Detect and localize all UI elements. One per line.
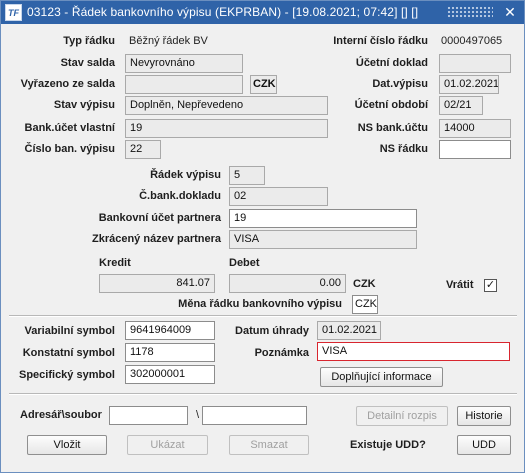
app-icon: TF [5,4,22,21]
specificky-symbol-label: Specifický symbol [19,369,115,381]
datum-uhrady-field: 01.02.2021 [317,321,381,340]
debet-label: Debet [229,257,260,269]
ucetni-doklad-label: Účetní doklad [355,57,428,69]
konstatni-symbol-label: Konstatní symbol [22,347,115,359]
vratit-checkbox[interactable]: ✓ [484,279,497,292]
vyrazeno-ze-salda-field [125,75,243,94]
variabilni-symbol-label: Variabilní symbol [24,325,115,337]
title-bar[interactable]: TF 03123 - Řádek bankovního výpisu (EKPR… [1,1,524,24]
cislo-ban-vypisu-field: 22 [125,140,161,159]
zkraceny-nazev-partnera-label: Zkrácený název partnera [91,233,221,245]
datum-uhrady-label: Datum úhrady [235,325,309,337]
bankovni-ucet-partnera-input[interactable]: 19 [229,209,417,228]
ucetni-doklad-field [439,54,511,73]
separator [9,315,517,317]
path-separator: \ [196,409,200,421]
bank-ucet-vlastni-label: Bank.účet vlastní [24,122,115,134]
vyrazeno-ze-salda-label: Vyřazeno ze salda [20,78,115,90]
radek-vypisu-label: Řádek výpisu [150,169,221,181]
mena-radku-input[interactable]: CZK [352,295,378,314]
doplnujici-informace-button[interactable]: Doplňující informace [320,367,443,387]
interni-cislo-radku-label: Interní číslo řádku [333,35,428,47]
radek-vypisu-field: 5 [229,166,265,185]
c-bank-dokladu-label: Č.bank.dokladu [139,190,221,202]
vlozit-button[interactable]: Vložit [27,435,107,455]
window: TF 03123 - Řádek bankovního výpisu (EKPR… [0,0,525,473]
adresar-input[interactable] [109,406,188,425]
close-icon[interactable]: ✕ [501,3,519,21]
bankovni-ucet-partnera-label: Bankovní účet partnera [98,212,221,224]
ukazat-button[interactable]: Ukázat [127,435,208,455]
detailni-rozpis-button[interactable]: Detailní rozpis [356,406,448,426]
drag-grip-icon[interactable] [447,6,493,19]
debet-field: 0.00 [229,274,346,293]
kredit-field: 841.07 [99,274,215,293]
ucetni-obdobi-field: 02/21 [439,96,483,115]
stav-salda-label: Stav salda [60,57,115,69]
dat-vypisu-field: 01.02.2021 [439,75,499,94]
historie-button[interactable]: Historie [457,406,511,426]
interni-cislo-radku-value: 0000497065 [441,35,503,47]
window-title: 03123 - Řádek bankovního výpisu (EKPRBAN… [27,5,419,19]
vratit-label: Vrátit [446,279,474,291]
poznamka-input[interactable]: VISA [317,342,510,361]
udd-button[interactable]: UDD [457,435,511,455]
kredit-label: Kredit [99,257,131,269]
poznamka-label: Poznámka [254,347,309,359]
smazat-button[interactable]: Smazat [229,435,309,455]
zkraceny-nazev-partnera-field: VISA [229,230,417,249]
ns-radku-label: NS řádku [379,143,428,155]
vyrazeno-currency-field: CZK [250,75,277,94]
mena-radku-label: Měna řádku bankovního výpisu [178,298,342,310]
ns-bank-uctu-label: NS bank.účtu [357,122,428,134]
stav-salda-field: Nevyrovnáno [125,54,243,73]
stav-vypisu-label: Stav výpisu [53,99,115,111]
currency-label: CZK [353,278,376,290]
ns-radku-input[interactable] [439,140,511,159]
typ-radku-value: Běžný řádek BV [129,35,208,47]
ucetni-obdobi-label: Účetní období [354,99,428,111]
typ-radku-label: Typ řádku [63,35,115,47]
separator-bottom [9,393,517,395]
c-bank-dokladu-field: 02 [229,187,328,206]
dat-vypisu-label: Dat.výpisu [372,78,428,90]
variabilni-symbol-input[interactable]: 9641964009 [125,321,215,340]
cislo-ban-vypisu-label: Číslo ban. výpisu [24,143,115,155]
konstatni-symbol-input[interactable]: 1178 [125,343,215,362]
bank-ucet-vlastni-field: 19 [125,119,328,138]
stav-vypisu-field: Doplněn, Nepřevedeno [125,96,328,115]
ns-bank-uctu-field: 14000 [439,119,511,138]
adresar-soubor-label: Adresář\soubor [20,409,102,421]
existuje-udd-label: Existuje UDD? [350,439,426,451]
specificky-symbol-input[interactable]: 302000001 [125,365,215,384]
soubor-input[interactable] [202,406,307,425]
